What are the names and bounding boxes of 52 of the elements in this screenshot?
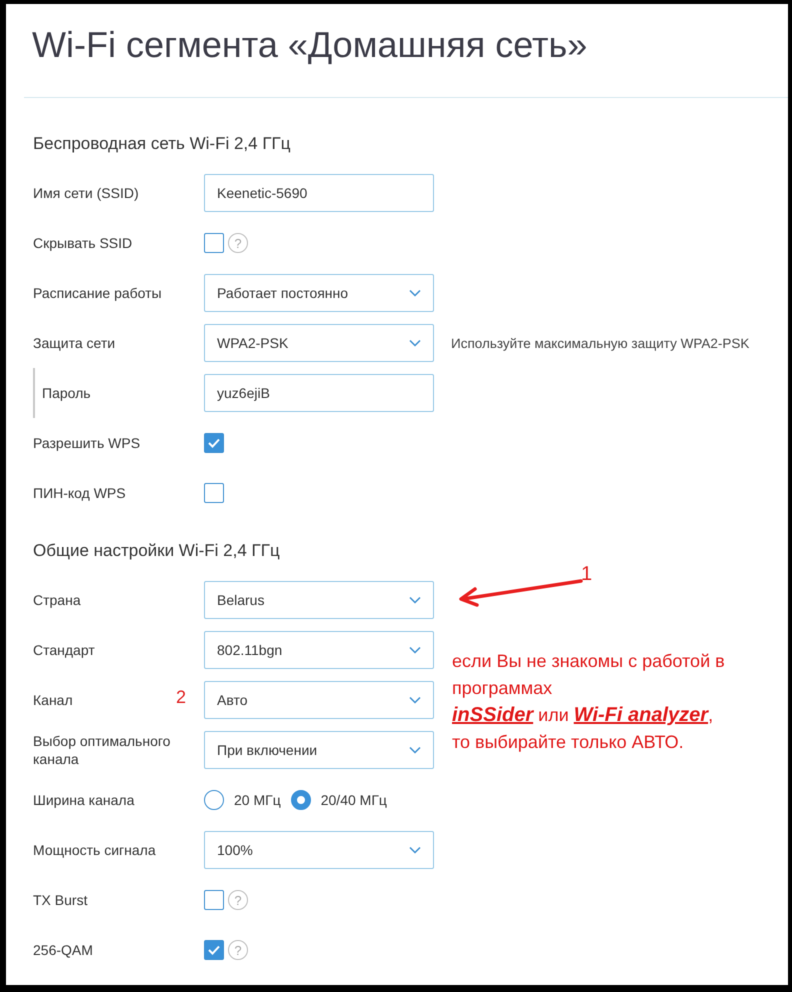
annotation-text: программах [452,677,554,700]
chevron-down-icon [409,746,421,754]
annotation-number: 1 [581,563,592,586]
input-field[interactable]: Keenetic-5690 [204,174,434,212]
checkbox[interactable] [204,890,224,910]
field-label: Страна [33,591,81,609]
dropdown[interactable]: Belarus [204,581,434,619]
annotation-text: то выбирайте только АВТО. [452,731,685,754]
checkmark-icon [208,438,220,448]
dropdown[interactable]: 802.11bgn [204,631,434,669]
dropdown[interactable]: 100% [204,831,434,869]
checkmark-icon [208,945,220,955]
chevron-down-icon [409,646,421,654]
radio-label[interactable]: 20/40 МГц [320,792,387,808]
checkbox[interactable] [204,940,224,960]
field-label: Выбор оптимального канала [33,732,172,768]
field-label: Расписание работы [33,284,162,302]
field-label: Защита сети [33,334,116,352]
dropdown[interactable]: Авто [204,681,434,719]
chevron-down-icon [409,696,421,704]
annotation-text: если Вы не знакомы с работой в [452,650,725,673]
field-label: ПИН-код WPS [33,484,126,502]
radio-button[interactable] [290,790,311,810]
field-label: 256-QAM [33,941,93,959]
radio-label[interactable]: 20 МГц [234,792,281,808]
checkbox[interactable] [204,433,224,453]
chevron-down-icon [409,596,421,604]
radio-button[interactable] [204,790,224,810]
dropdown[interactable]: Работает постоянно [204,274,434,312]
checkbox[interactable] [204,483,224,503]
field-label: Имя сети (SSID) [33,184,139,202]
field-label: Пароль [42,384,91,402]
chevron-down-icon [409,846,421,854]
field-label: Канал [33,691,73,709]
input-field[interactable]: yuz6ejiB [204,374,434,412]
hint-text: Используйте максимальную защиту WPA2-PSK [451,336,750,350]
section-heading: Беспроводная сеть Wi-Fi 2,4 ГГц [33,134,292,154]
chevron-down-icon [409,339,421,347]
field-label: Ширина канала [33,791,134,809]
dropdown[interactable]: При включении [204,731,434,769]
field-label: Скрывать SSID [33,234,132,252]
page-title: Wi-Fi сегмента «Домашняя сеть» [31,23,588,67]
section-heading: Общие настройки Wi-Fi 2,4 ГГц [33,541,281,561]
checkbox[interactable] [204,233,224,253]
field-label: Мощность сигнала [33,841,156,859]
chevron-down-icon [409,289,421,297]
dropdown[interactable]: WPA2-PSK [204,324,434,362]
annotation-text: inSSider или Wi-Fi analyzer, [452,703,714,728]
field-label: Разрешить WPS [33,434,140,452]
field-label: Стандарт [33,641,95,659]
annotation-number: 2 [176,687,186,708]
field-label: TX Burst [33,891,88,909]
